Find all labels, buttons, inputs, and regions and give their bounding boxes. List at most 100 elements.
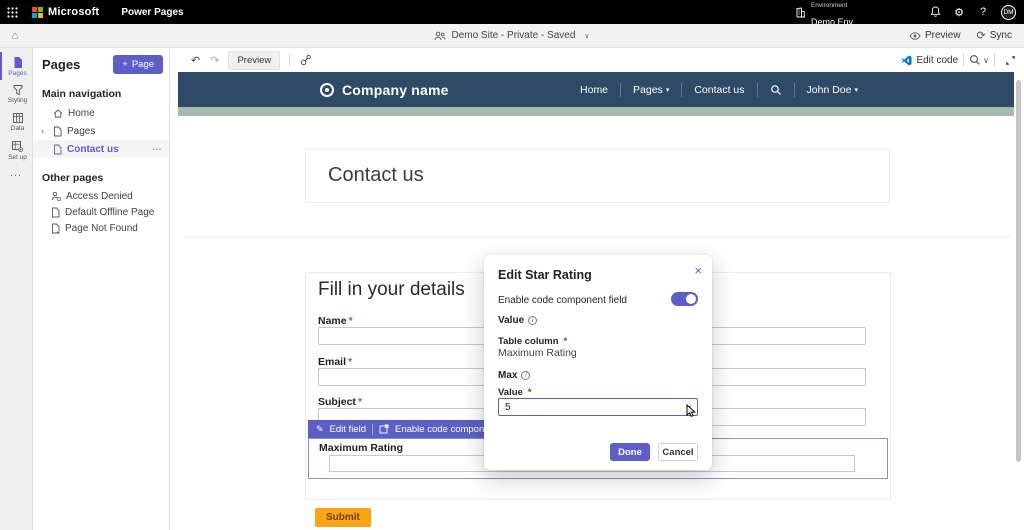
page-question-icon [51, 223, 60, 234]
sidebar-item-label: Contact us [67, 144, 119, 155]
help-icon[interactable]: ? [971, 0, 995, 24]
vscode-icon [901, 55, 912, 66]
people-icon [434, 31, 446, 41]
main-navigation-title: Main navigation [33, 74, 169, 104]
zoom-icon [969, 54, 981, 66]
zoom-dropdown[interactable]: ∨ [969, 54, 989, 66]
site-status-text[interactable]: Demo Site - Private - Saved [451, 30, 575, 41]
company-name[interactable]: Company name [342, 82, 449, 98]
rail-more-icon[interactable]: ··· [0, 170, 32, 180]
page-title: Contact us [328, 164, 424, 187]
done-button[interactable]: Done [610, 443, 650, 461]
value-field-label: Value* [498, 387, 532, 398]
code-component-icon [379, 424, 389, 434]
search-icon [770, 84, 782, 96]
rail-label: Pages [8, 70, 26, 77]
canvas-scrollbar[interactable] [1016, 80, 1021, 462]
site-nav-user[interactable]: John Doe▾ [795, 83, 870, 97]
site-nav-home[interactable]: Home [568, 83, 621, 97]
app-header: Microsoft Power Pages Environment Demo E… [0, 0, 1024, 24]
waffle-menu-icon[interactable] [0, 0, 24, 24]
sidebar-item-pages[interactable]: › Pages [33, 122, 169, 140]
home-icon[interactable]: ⌂ [0, 30, 30, 42]
info-icon[interactable]: i [521, 371, 530, 380]
sidebar-item-contact-us[interactable]: Contact us ··· [33, 140, 169, 158]
pages-panel-title: Pages [42, 57, 80, 72]
add-page-button[interactable]: + Page [113, 55, 163, 74]
permalink-icon[interactable] [295, 54, 317, 66]
required-marker: * [528, 387, 532, 398]
sidebar-item-default-offline[interactable]: Default Offline Page [33, 204, 169, 220]
divider [372, 424, 373, 435]
microsoft-logo-icon [32, 7, 43, 18]
canvas-preview-button[interactable]: Preview [228, 51, 280, 70]
submit-button[interactable]: Submit [315, 508, 371, 527]
sync-button[interactable]: ⟳ Sync [977, 29, 1012, 42]
sidebar-item-page-not-found[interactable]: Page Not Found [33, 220, 169, 236]
edit-code-label: Edit code [916, 55, 958, 66]
rail-item-styling[interactable]: Styling [0, 80, 33, 108]
sidebar-item-home[interactable]: Home [33, 104, 169, 122]
site-nav-pages[interactable]: Pages▾ [621, 83, 682, 97]
environment-label: Environment [811, 2, 848, 9]
site-accent-strip [178, 107, 1014, 116]
preview-site-button[interactable]: Preview [909, 30, 961, 41]
mouse-cursor [685, 404, 697, 418]
sidebar-item-label: Pages [67, 126, 95, 137]
field-label-subject: Subject* [318, 396, 362, 408]
page-title-section[interactable]: Contact us [305, 148, 890, 203]
required-marker: * [348, 356, 352, 368]
required-marker: * [358, 396, 362, 408]
enable-code-component-toggle[interactable] [671, 292, 698, 306]
chevron-right-icon[interactable]: › [41, 126, 44, 136]
toggle-label: Enable code component field [498, 295, 627, 306]
close-icon[interactable]: × [694, 263, 702, 278]
rail-item-data[interactable]: Data [0, 108, 33, 136]
section-divider [184, 236, 1010, 237]
rail-item-pages[interactable]: Pages [0, 52, 33, 80]
value-combobox[interactable]: 5 ∨ [498, 398, 698, 416]
product-name[interactable]: Power Pages [121, 7, 183, 18]
sync-label: Sync [990, 30, 1012, 41]
sidebar-item-access-denied[interactable]: Access Denied [33, 188, 169, 204]
edit-field-button[interactable]: Edit field [330, 424, 366, 435]
fullscreen-icon[interactable] [1000, 55, 1016, 66]
cancel-button[interactable]: Cancel [658, 443, 698, 461]
item-more-icon[interactable]: ··· [153, 145, 163, 154]
account-avatar[interactable]: DM [1001, 5, 1016, 20]
required-marker: * [564, 336, 568, 347]
form-heading: Fill in your details [318, 279, 465, 301]
chevron-down-icon: ∨ [983, 56, 989, 65]
preview-site-label: Preview [925, 30, 961, 41]
field-label-name: Name* [318, 315, 353, 327]
rail-label: Styling [8, 97, 28, 104]
other-pages-title: Other pages [33, 158, 169, 188]
canvas-toolbar: ↶ ↷ Preview Edit code ∨ [178, 48, 1024, 72]
caret-down-icon: ▾ [666, 86, 670, 94]
add-page-label: Page [132, 59, 154, 70]
chevron-down-icon[interactable]: ∨ [584, 32, 589, 40]
max-section-label: Max i [498, 370, 530, 381]
settings-gear-icon[interactable]: ⚙ [947, 0, 971, 24]
edit-code-button[interactable]: Edit code [901, 55, 958, 66]
divider [963, 54, 964, 66]
company-logo-icon [320, 83, 334, 97]
building-icon [795, 7, 806, 18]
caret-down-icon: ▾ [854, 86, 858, 94]
site-nav-contact-us[interactable]: Contact us [682, 83, 757, 97]
redo-icon[interactable]: ↷ [205, 54, 224, 67]
pages-panel: Pages + Page Main navigation Home › Page… [33, 48, 170, 530]
field-label-email: Email* [318, 356, 352, 368]
site-nav-search[interactable] [758, 83, 795, 97]
info-icon[interactable]: i [528, 316, 537, 325]
page-icon [53, 144, 62, 155]
notifications-bell-icon[interactable] [923, 0, 947, 24]
rail-item-setup[interactable]: Set up [0, 136, 33, 164]
brand-name: Microsoft [48, 6, 99, 18]
person-lock-icon [51, 191, 61, 201]
power-pages-studio: Microsoft Power Pages Environment Demo E… [0, 0, 1024, 530]
page-icon [51, 207, 60, 218]
site-header: Company name Home Pages▾ Contact us John… [178, 72, 1014, 107]
pages-icon [12, 56, 24, 69]
undo-icon[interactable]: ↶ [186, 54, 205, 67]
